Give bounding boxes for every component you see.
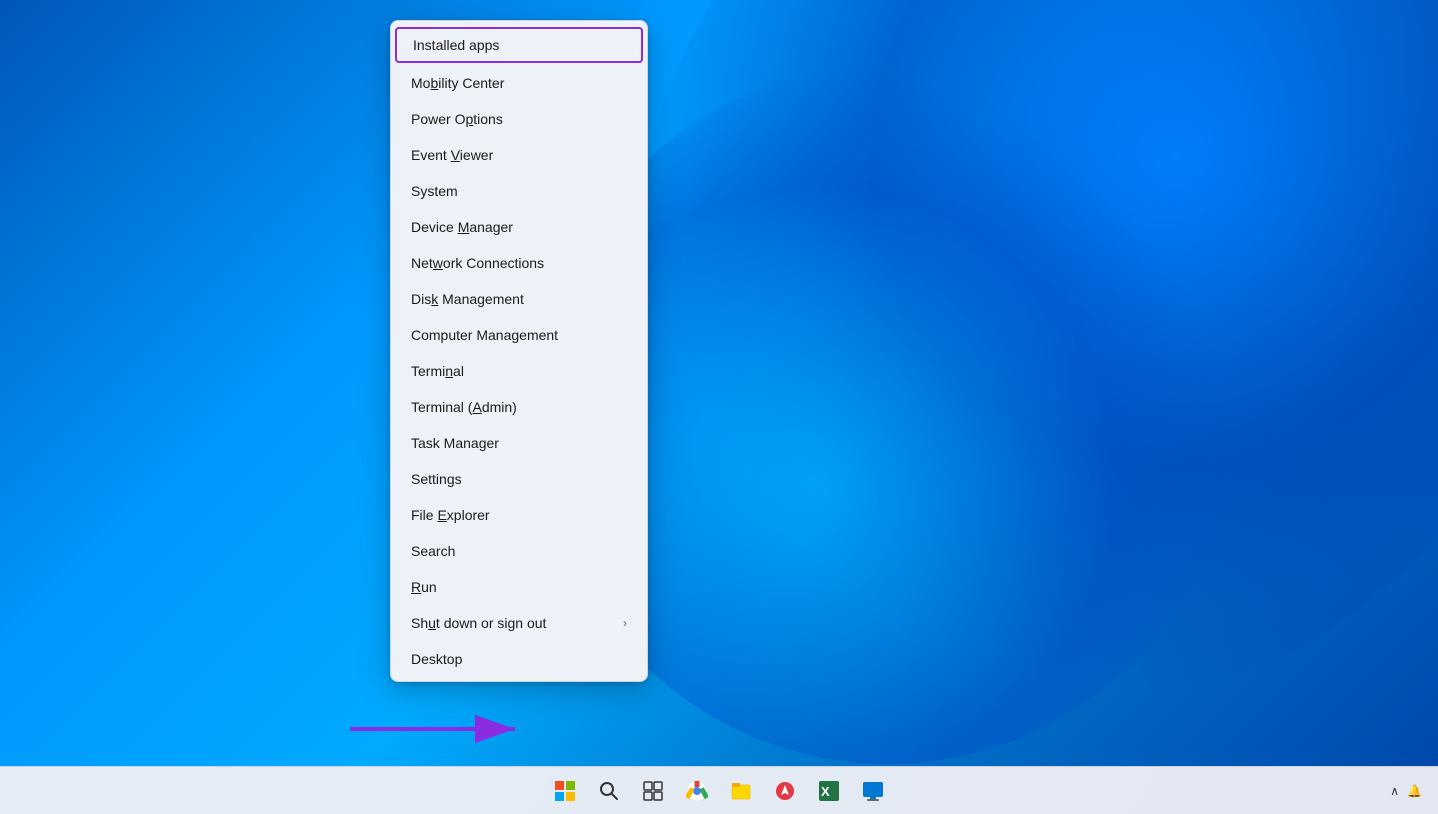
taskbar: X ∧ 🔔	[0, 766, 1438, 814]
menu-item-settings[interactable]: Settings	[391, 461, 647, 497]
menu-item-label: Terminal (Admin)	[411, 399, 517, 415]
menu-item-file-explorer[interactable]: File Explorer	[391, 497, 647, 533]
excel-button[interactable]: X	[809, 771, 849, 811]
submenu-chevron-icon: ›	[623, 616, 627, 630]
menu-item-label: Network Connections	[411, 255, 544, 271]
menu-item-label: Computer Management	[411, 327, 558, 343]
menu-item-label: Search	[411, 543, 455, 559]
context-menu: Installed apps Mobility Center Power Opt…	[390, 20, 648, 682]
menu-item-terminal[interactable]: Terminal	[391, 353, 647, 389]
menu-item-mobility-center[interactable]: Mobility Center	[391, 65, 647, 101]
menu-item-shut-down[interactable]: Shut down or sign out ›	[391, 605, 647, 641]
start-button[interactable]	[545, 771, 585, 811]
menu-item-label: System	[411, 183, 458, 199]
chrome-button[interactable]	[677, 771, 717, 811]
excel-icon: X	[818, 780, 840, 802]
svg-text:X: X	[821, 784, 830, 799]
menu-item-installed-apps[interactable]: Installed apps	[395, 27, 643, 63]
system-tray-chevron[interactable]: ∧	[1390, 784, 1399, 798]
menu-item-label: Power Options	[411, 111, 503, 127]
menu-item-terminal-admin[interactable]: Terminal (Admin)	[391, 389, 647, 425]
windows-logo-icon	[555, 781, 575, 801]
menu-item-network-connections[interactable]: Network Connections	[391, 245, 647, 281]
menu-item-label: Event Viewer	[411, 147, 493, 163]
taskbar-app1-button[interactable]	[765, 771, 805, 811]
search-icon	[599, 781, 619, 801]
desktop: Installed apps Mobility Center Power Opt…	[0, 0, 1438, 814]
menu-item-label: Mobility Center	[411, 75, 504, 91]
app1-icon	[774, 780, 796, 802]
task-view-icon	[643, 781, 663, 801]
menu-item-run[interactable]: Run	[391, 569, 647, 605]
rdp-button[interactable]	[853, 771, 893, 811]
menu-item-label: Run	[411, 579, 437, 595]
menu-item-label: Disk Management	[411, 291, 524, 307]
menu-item-label: Installed apps	[413, 37, 499, 53]
menu-item-power-options[interactable]: Power Options	[391, 101, 647, 137]
menu-item-label: Task Manager	[411, 435, 499, 451]
menu-item-label: Shut down or sign out	[411, 615, 546, 631]
notification-icon[interactable]: 🔔	[1407, 784, 1422, 798]
arrow-icon	[340, 704, 540, 754]
system-tray: ∧ 🔔	[1390, 784, 1422, 798]
file-explorer-icon	[730, 780, 752, 802]
task-view-button[interactable]	[633, 771, 673, 811]
menu-item-label: Settings	[411, 471, 462, 487]
menu-item-label: File Explorer	[411, 507, 490, 523]
menu-item-system[interactable]: System	[391, 173, 647, 209]
arrow-annotation	[340, 704, 540, 759]
menu-item-label: Terminal	[411, 363, 464, 379]
menu-item-computer-management[interactable]: Computer Management	[391, 317, 647, 353]
menu-item-device-manager[interactable]: Device Manager	[391, 209, 647, 245]
chrome-icon	[686, 780, 708, 802]
menu-item-event-viewer[interactable]: Event Viewer	[391, 137, 647, 173]
rdp-icon	[862, 780, 884, 802]
file-explorer-button[interactable]	[721, 771, 761, 811]
menu-item-task-manager[interactable]: Task Manager	[391, 425, 647, 461]
wallpaper	[0, 0, 1438, 814]
taskbar-icons: X	[545, 771, 893, 811]
menu-item-label: Desktop	[411, 651, 462, 667]
taskbar-search-button[interactable]	[589, 771, 629, 811]
menu-item-search[interactable]: Search	[391, 533, 647, 569]
menu-item-disk-management[interactable]: Disk Management	[391, 281, 647, 317]
menu-item-label: Device Manager	[411, 219, 513, 235]
menu-item-desktop[interactable]: Desktop	[391, 641, 647, 677]
